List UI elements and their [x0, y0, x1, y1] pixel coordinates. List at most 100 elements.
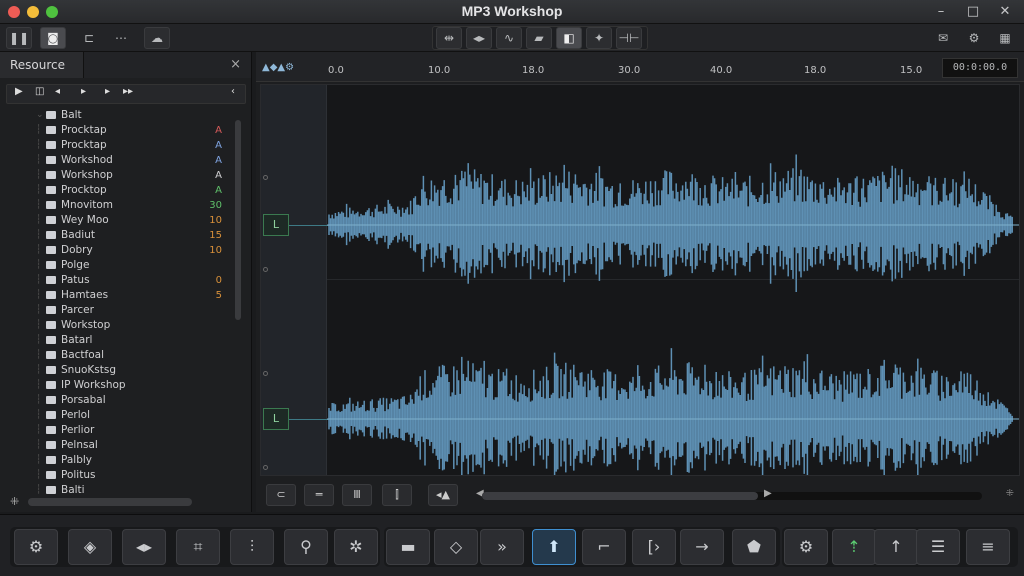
grid-icon[interactable]: ▦: [992, 27, 1018, 49]
scrollbar-thumb[interactable]: [482, 492, 758, 500]
tree-item-label: Workstop: [61, 319, 111, 331]
forward-icon[interactable]: ▸: [81, 86, 86, 97]
trim-icon[interactable]: ⊣⊢: [616, 27, 642, 49]
pitch-icon[interactable]: ⇡: [832, 529, 876, 565]
record-icon[interactable]: ◙: [40, 27, 66, 49]
split-icon[interactable]: ⇹: [436, 27, 462, 49]
tree-item[interactable]: ┆ Workshop A: [30, 168, 230, 183]
list-icon[interactable]: ☰: [916, 529, 960, 565]
volume-icon[interactable]: ◂▲: [428, 484, 458, 506]
fast-forward-icon[interactable]: ▸▸: [123, 86, 133, 97]
diamond-icon[interactable]: ◇: [434, 529, 478, 565]
panel-close-button[interactable]: ×: [230, 57, 241, 72]
equal-icon[interactable]: ═: [304, 484, 334, 506]
track-1-channel-button[interactable]: L: [263, 214, 289, 236]
file-icon[interactable]: ◫: [35, 86, 44, 97]
panel-horizontal-scrollbar[interactable]: [28, 498, 192, 506]
cloud-icon[interactable]: ☁: [144, 27, 170, 49]
frame-icon[interactable]: ▬: [386, 529, 430, 565]
nudge-icon[interactable]: ◂▸: [466, 27, 492, 49]
resource-tree: ⌄ Balt ┆ Procktap A ┆ Procktap A ┆ Workshod A ┆ Work…: [30, 108, 230, 498]
panel-tab-resource[interactable]: Resource: [0, 52, 84, 78]
settings-icon[interactable]: ⚙: [784, 529, 828, 565]
tree-item[interactable]: ┆ Perlol: [30, 408, 230, 423]
panel-vertical-scrollbar[interactable]: ▼: [233, 116, 242, 546]
loop-icon[interactable]: ⊂: [266, 484, 296, 506]
editor-horizontal-scrollbar[interactable]: [482, 492, 982, 500]
tree-item[interactable]: ┆ IP Workshop: [30, 378, 230, 393]
maximize-icon[interactable]: □: [964, 3, 982, 21]
gear-icon[interactable]: ⚙: [14, 529, 58, 565]
drop-icon[interactable]: ⬟: [732, 529, 776, 565]
tree-item[interactable]: ┆ Dobry 10: [30, 243, 230, 258]
tree-item[interactable]: ┆ Workshod A: [30, 153, 230, 168]
tree-item[interactable]: ┆ Wey Moo 10: [30, 213, 230, 228]
ruler-tick: 18.0: [804, 65, 827, 76]
tree-item-label: IP Workshop: [61, 379, 126, 391]
pin-icon[interactable]: ⚲: [284, 529, 328, 565]
tree-item-value: A: [215, 185, 222, 196]
up-icon[interactable]: ↑: [874, 529, 918, 565]
expand-icon[interactable]: ⁜: [10, 495, 19, 508]
bracket-icon[interactable]: [›: [632, 529, 676, 565]
tree-item[interactable]: ┆ Bactfoal: [30, 348, 230, 363]
import-icon[interactable]: ⬆: [532, 529, 576, 565]
align-icon[interactable]: ⊏: [76, 27, 102, 49]
collapse-icon[interactable]: ‹: [231, 86, 235, 97]
level-icon[interactable]: ⫿: [382, 484, 412, 506]
pause-icon[interactable]: ❚❚: [6, 27, 32, 49]
gear-icon[interactable]: ⚙: [961, 27, 987, 49]
stretch-icon[interactable]: ◂▸: [122, 529, 166, 565]
wave-icon[interactable]: ∿: [496, 27, 522, 49]
tree-item-label: Perlior: [61, 424, 95, 436]
marker-icon[interactable]: ▲◆▲⚙: [262, 62, 294, 73]
scroll-right-icon[interactable]: ▶: [764, 488, 772, 499]
play-icon[interactable]: ▶: [15, 86, 23, 97]
sparkle-icon[interactable]: ✦: [586, 27, 612, 49]
tree-item[interactable]: ┆ Patus 0: [30, 273, 230, 288]
tree-item[interactable]: ┆ SnuoKstsg: [30, 363, 230, 378]
close-icon[interactable]: ✕: [996, 3, 1014, 21]
tree-item[interactable]: ┆ Procktop A: [30, 183, 230, 198]
scrollbar-thumb[interactable]: [235, 120, 241, 320]
zoom-icon[interactable]: ⁜: [1006, 488, 1014, 499]
arrow-icon[interactable]: →: [680, 529, 724, 565]
tune-icon[interactable]: ⫶: [230, 529, 274, 565]
bars-icon[interactable]: Ⅲ: [342, 484, 372, 506]
tree-item[interactable]: ┆ Pelnsal: [30, 438, 230, 453]
dash-icon[interactable]: ⋯: [108, 27, 134, 49]
time-ruler[interactable]: ▲◆▲⚙ 0.0 10.0 18.0 30.0 40.0 18.0 15.0 0…: [256, 52, 1024, 82]
tree-item[interactable]: ┆ Workstop: [30, 318, 230, 333]
comment-icon[interactable]: ▰: [526, 27, 552, 49]
tree-item[interactable]: ┆ Hamtaes 5: [30, 288, 230, 303]
tree-item[interactable]: ┆ Procktap A: [30, 123, 230, 138]
fade-icon[interactable]: ⌐: [582, 529, 626, 565]
cog-icon[interactable]: ✲: [334, 529, 378, 565]
tree-item[interactable]: ┆ Batarl: [30, 333, 230, 348]
tree-item[interactable]: ┆ Politus: [30, 468, 230, 483]
tree-item[interactable]: ┆ Badiut 15: [30, 228, 230, 243]
tree-item[interactable]: ┆ Procktap A: [30, 138, 230, 153]
tree-item[interactable]: ┆ Porsabal: [30, 393, 230, 408]
tree-item[interactable]: ┆ Perlior: [30, 423, 230, 438]
back-icon[interactable]: ◂: [55, 86, 60, 97]
tree-item[interactable]: ┆ Parcer: [30, 303, 230, 318]
tree-item[interactable]: ┆ Polge: [30, 258, 230, 273]
bottom-toolbar: ⚙ ◈ ◂▸ ⌗ ⫶ ⚲ ✲ ▬ ◇ » ⬆ ⌐ [› → ⬟ ⚙ ⇡ ↑ ☰ …: [0, 514, 1024, 576]
step-icon[interactable]: ▸: [105, 86, 110, 97]
select-icon[interactable]: ◧: [556, 27, 582, 49]
shield-icon[interactable]: ◈: [68, 529, 112, 565]
tree-item[interactable]: ┆ Mnovitom 30: [30, 198, 230, 213]
menu-icon[interactable]: ≡: [966, 529, 1010, 565]
tree-item[interactable]: ⌄ Balt: [30, 108, 230, 123]
folder-icon: [46, 111, 56, 119]
mail-icon[interactable]: ✉: [930, 27, 956, 49]
forward-icon[interactable]: »: [480, 529, 524, 565]
track-2-channel-button[interactable]: L: [263, 408, 289, 430]
track-area[interactable]: L L: [260, 84, 1020, 476]
minimize-icon[interactable]: –: [932, 3, 950, 21]
tree-item[interactable]: ┆ Palbly: [30, 453, 230, 468]
waveform-canvas[interactable]: [327, 85, 1019, 475]
crop-icon[interactable]: ⌗: [176, 529, 220, 565]
tree-item[interactable]: ┆ Balti: [30, 483, 230, 498]
